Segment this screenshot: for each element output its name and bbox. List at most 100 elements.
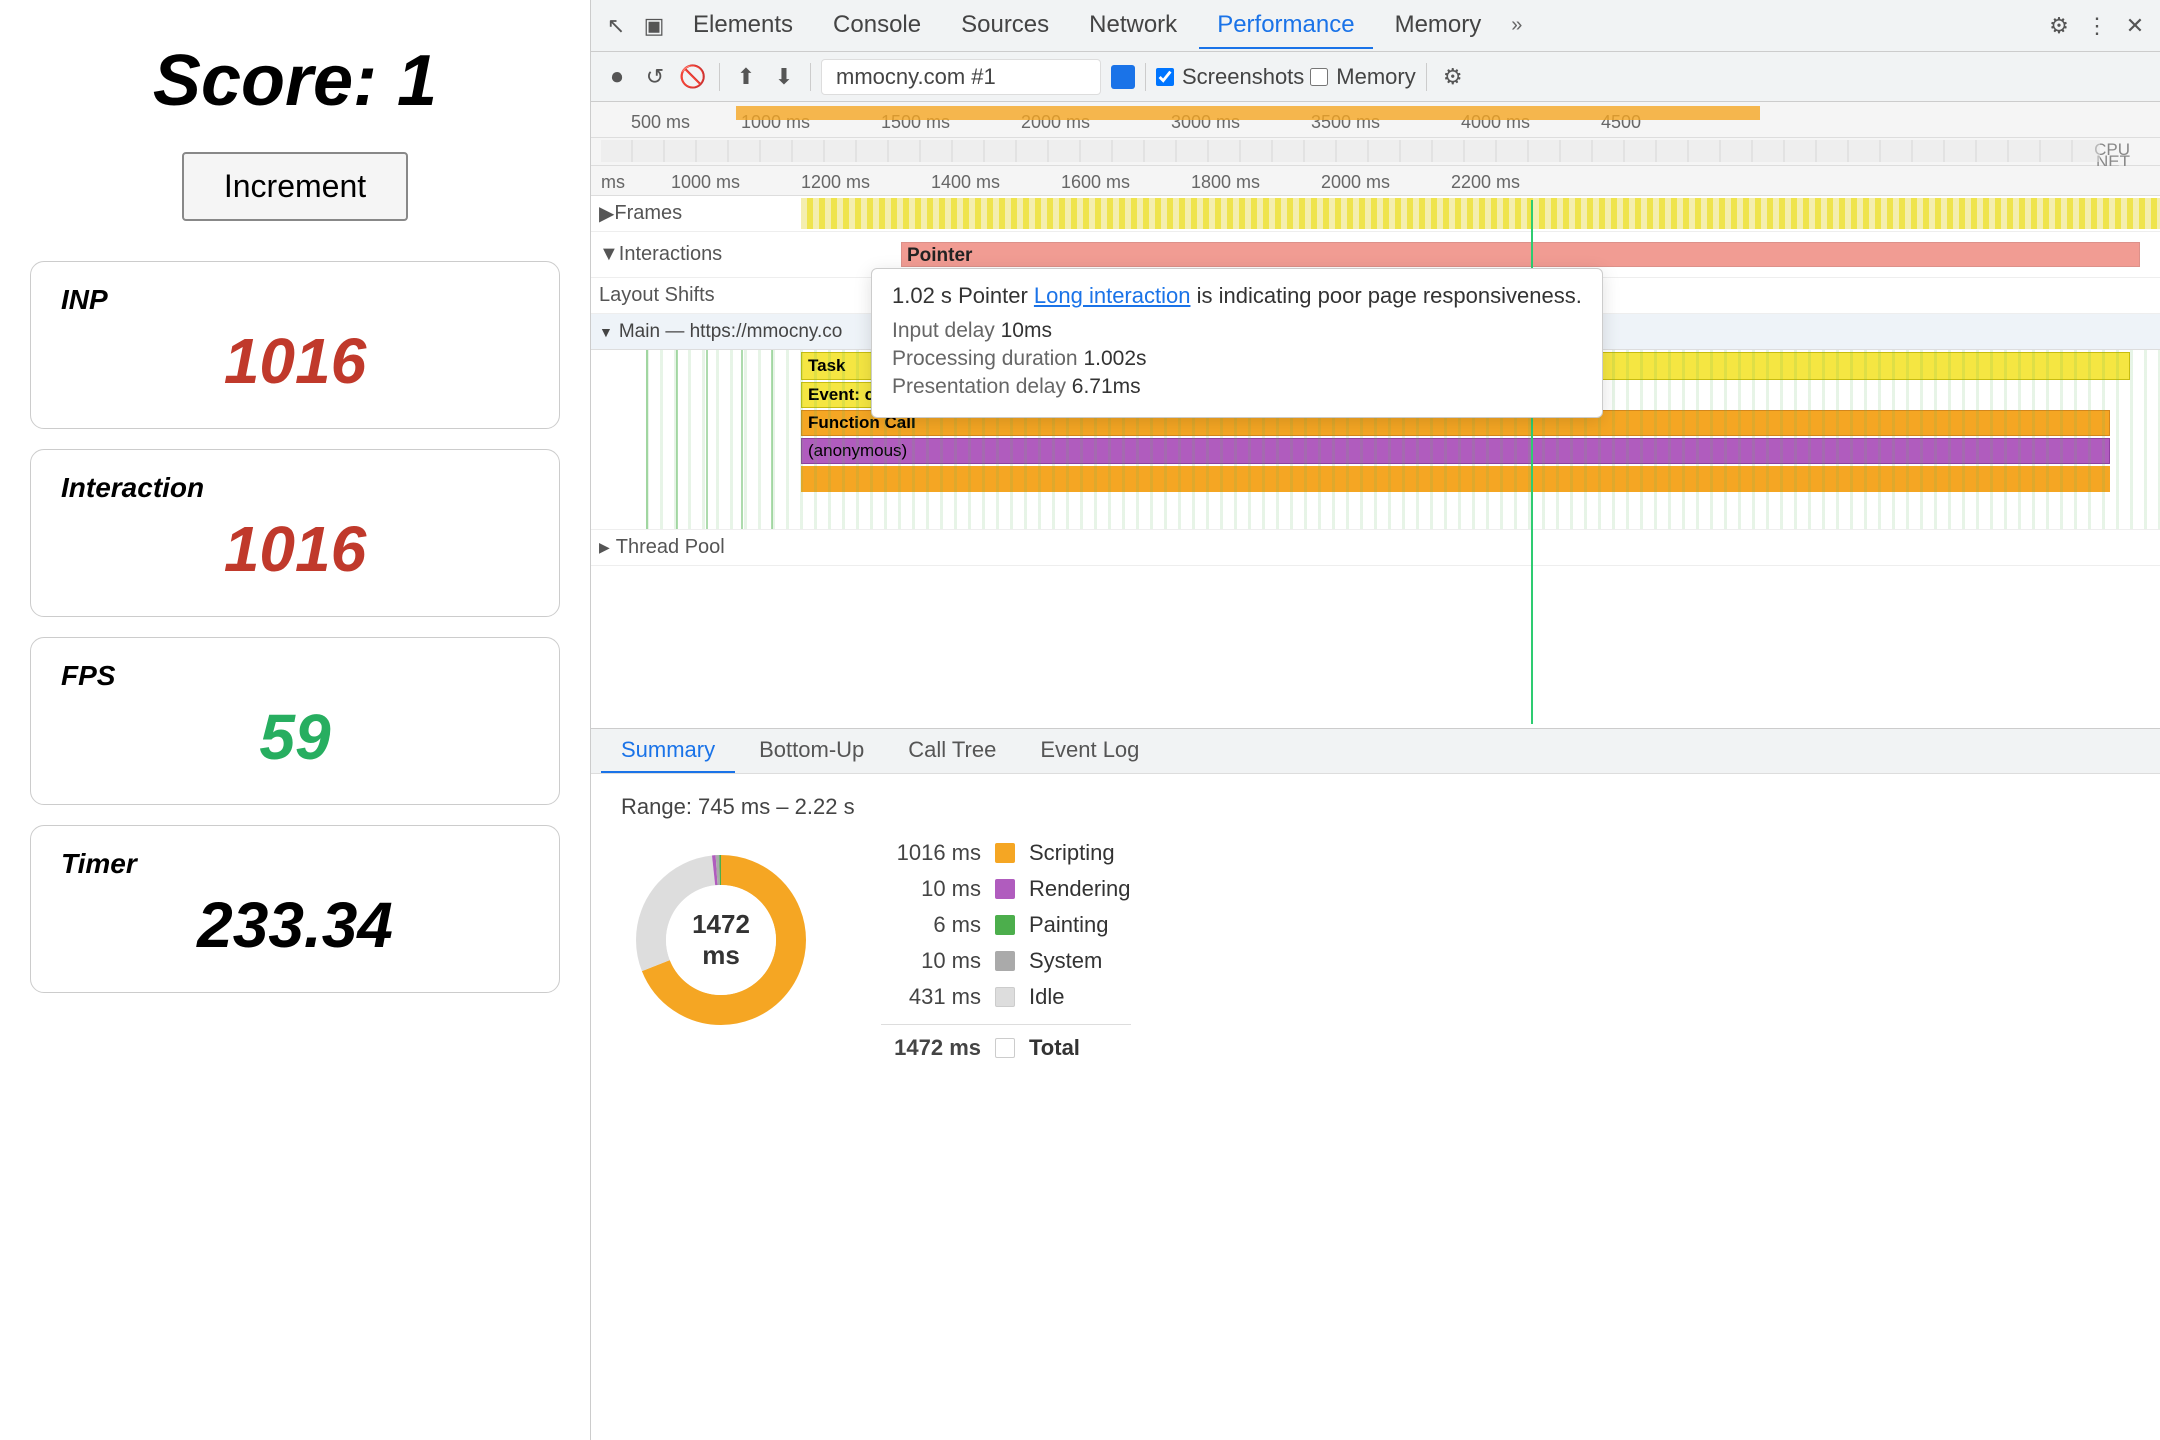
interaction-label: Interaction xyxy=(61,472,529,504)
inp-card: INP 1016 xyxy=(30,261,560,429)
tab-console[interactable]: Console xyxy=(815,3,939,49)
tooltip-suffix-text: is indicating poor page responsiveness. xyxy=(1197,283,1582,308)
time-500: 500 ms xyxy=(631,112,690,133)
capture-settings-icon[interactable]: ⚙ xyxy=(1437,61,1469,93)
tooltip-title: 1.02 s Pointer Long interaction is indic… xyxy=(892,283,1582,309)
memory-checkbox[interactable] xyxy=(1310,68,1328,86)
tab-bottom-up[interactable]: Bottom-Up xyxy=(739,729,884,773)
continuation-bar xyxy=(801,466,2110,492)
thread-pool-label: Thread Pool xyxy=(616,536,725,559)
screenshots-label: Screenshots xyxy=(1182,64,1304,90)
url-dropdown[interactable] xyxy=(1111,65,1135,89)
tooltip-type-label: Pointer xyxy=(958,283,1028,308)
time-ruler-mid: ms 1000 ms 1200 ms 1400 ms 1600 ms 1800 … xyxy=(591,166,2160,196)
more-tabs-button[interactable]: » xyxy=(1503,10,1530,41)
tab-sources[interactable]: Sources xyxy=(943,3,1067,49)
devtools-panel: ↖ ▣ Elements Console Sources Network Per… xyxy=(590,0,2160,1440)
painting-dot xyxy=(995,915,1015,935)
increment-button[interactable]: Increment xyxy=(182,152,408,221)
tooltip-input-delay: Input delay 10ms xyxy=(892,319,1582,343)
device-icon[interactable]: ▣ xyxy=(637,9,671,43)
toolbar-separator-1 xyxy=(719,63,720,91)
download-button[interactable]: ⬇ xyxy=(768,61,800,93)
tl-1800: 1800 ms xyxy=(1191,172,1260,193)
frames-arrow: ▶ xyxy=(599,201,614,226)
thread-pool-row: ▶ Thread Pool xyxy=(591,530,2160,566)
toolbar-separator-3 xyxy=(1145,63,1146,91)
tl-1400: 1400 ms xyxy=(931,172,1000,193)
frames-label: Frames xyxy=(614,202,682,225)
cpu-net-row: CPU NET xyxy=(591,138,2160,166)
screenshot-thumbnails xyxy=(601,140,2100,162)
idle-ms: 431 ms xyxy=(881,984,981,1010)
timeline-scroll[interactable]: ▶ Frames ▼ Interactions Pointer 1.02 s P… xyxy=(591,196,2160,728)
toolbar-separator-2 xyxy=(810,63,811,91)
frames-bar xyxy=(801,198,2160,229)
tooltip-presentation: Presentation delay 6.71ms xyxy=(892,375,1582,399)
tab-network[interactable]: Network xyxy=(1071,3,1195,49)
close-icon[interactable]: ✕ xyxy=(2118,9,2152,43)
vline-5 xyxy=(771,350,773,529)
interaction-tooltip: 1.02 s Pointer Long interaction is indic… xyxy=(871,268,1603,418)
tab-summary[interactable]: Summary xyxy=(601,729,735,773)
fps-value: 59 xyxy=(61,700,529,774)
url-bar: mmocny.com #1 xyxy=(821,59,1101,95)
fps-label: FPS xyxy=(61,660,529,692)
total-ms: 1472 ms xyxy=(881,1035,981,1061)
system-dot xyxy=(995,951,1015,971)
tab-elements[interactable]: Elements xyxy=(675,3,811,49)
time-ruler-top: 500 ms 1000 ms 1500 ms 2000 ms 3000 ms 3… xyxy=(591,102,2160,138)
inp-label: INP xyxy=(61,284,529,316)
legend-scripting: 1016 ms Scripting xyxy=(881,840,1131,866)
presentation-key: Presentation delay xyxy=(892,375,1066,398)
scripting-dot xyxy=(995,843,1015,863)
rendering-dot xyxy=(995,879,1015,899)
total-dot xyxy=(995,1038,1015,1058)
legend-idle: 431 ms Idle xyxy=(881,984,1131,1010)
interaction-value: 1016 xyxy=(61,512,529,586)
reload-button[interactable]: ↺ xyxy=(639,61,671,93)
legend-rendering: 10 ms Rendering xyxy=(881,876,1131,902)
tab-call-tree[interactable]: Call Tree xyxy=(888,729,1016,773)
vline-2 xyxy=(676,350,678,529)
devtools-header: ↖ ▣ Elements Console Sources Network Per… xyxy=(591,0,2160,52)
cpu-mini-bar xyxy=(736,106,1760,120)
total-name: Total xyxy=(1029,1035,1080,1061)
interaction-card: Interaction 1016 xyxy=(30,449,560,617)
summary-range: Range: 745 ms – 2.22 s xyxy=(621,794,2130,820)
rendering-ms: 10 ms xyxy=(881,876,981,902)
vline-3 xyxy=(706,350,708,529)
fps-card: FPS 59 xyxy=(30,637,560,805)
tab-event-log[interactable]: Event Log xyxy=(1020,729,1159,773)
summary-panel: Range: 745 ms – 2.22 s xyxy=(591,774,2160,1440)
interactions-arrow: ▼ xyxy=(599,243,619,266)
inp-value: 1016 xyxy=(61,324,529,398)
processing-value: 1.002s xyxy=(1083,347,1146,370)
timer-card: Timer 233.34 xyxy=(30,825,560,993)
painting-ms: 6 ms xyxy=(881,912,981,938)
tab-memory[interactable]: Memory xyxy=(1377,3,1500,49)
system-ms: 10 ms xyxy=(881,948,981,974)
processing-key: Processing duration xyxy=(892,347,1078,370)
settings-icon[interactable]: ⚙ xyxy=(2042,9,2076,43)
cursor-icon[interactable]: ↖ xyxy=(599,9,633,43)
anonymous-bar[interactable]: (anonymous) xyxy=(801,438,2110,464)
interactions-label: Interactions xyxy=(619,243,722,266)
tab-performance[interactable]: Performance xyxy=(1199,3,1372,49)
clear-button[interactable]: 🚫 xyxy=(677,61,709,93)
record-button[interactable]: ⏺ xyxy=(601,61,633,93)
system-name: System xyxy=(1029,948,1102,974)
screenshots-checkbox[interactable] xyxy=(1156,68,1174,86)
pointer-label: Pointer xyxy=(907,245,972,267)
vline-4 xyxy=(741,350,743,529)
interactions-row[interactable]: ▼ Interactions Pointer 1.02 s Pointer Lo… xyxy=(591,232,2160,278)
more-options-icon[interactable]: ⋮ xyxy=(2080,9,2114,43)
long-interaction-link[interactable]: Long interaction xyxy=(1034,283,1191,308)
memory-checkbox-group: Memory xyxy=(1310,64,1415,90)
legend-table: 1016 ms Scripting 10 ms Rendering 6 ms P… xyxy=(881,840,1131,1061)
upload-button[interactable]: ⬆ xyxy=(730,61,762,93)
pointer-bar[interactable] xyxy=(901,242,2140,267)
tl-2200: 2200 ms xyxy=(1451,172,1520,193)
tooltip-time: 1.02 s xyxy=(892,283,952,308)
screenshots-checkbox-group: Screenshots xyxy=(1156,64,1304,90)
